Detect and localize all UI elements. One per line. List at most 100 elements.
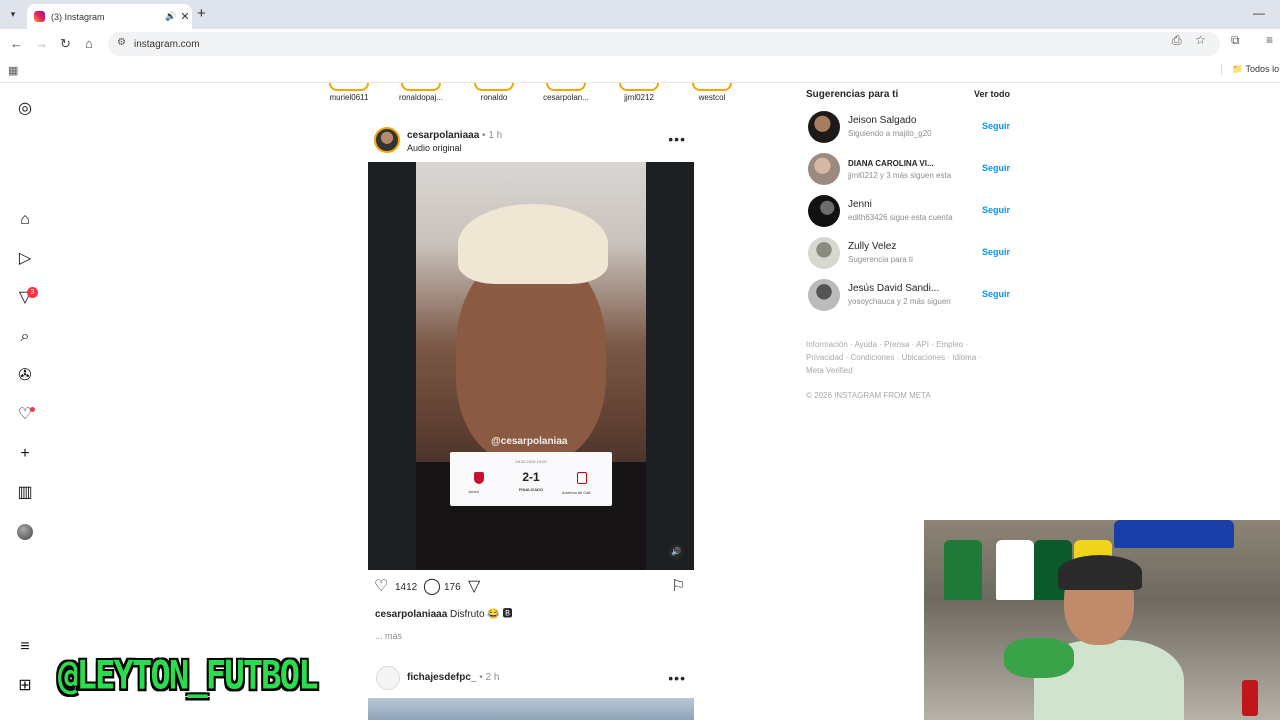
- apps-grid-icon[interactable]: ▦: [8, 64, 18, 77]
- suggestion-avatar[interactable]: [808, 195, 840, 227]
- follow-button[interactable]: Seguir: [982, 163, 1010, 173]
- post-options-button[interactable]: •••: [668, 131, 686, 147]
- chevron-down-icon[interactable]: ▾: [5, 6, 21, 22]
- suggestion-name[interactable]: Zully Velez: [848, 241, 896, 252]
- flag-image: [1114, 520, 1234, 548]
- create-plus-icon[interactable]: +: [16, 445, 34, 463]
- story-ring: [692, 83, 732, 91]
- install-app-icon[interactable]: ⎙: [1172, 33, 1182, 48]
- follow-button[interactable]: Seguir: [982, 247, 1010, 257]
- comment-count[interactable]: 176: [444, 582, 461, 593]
- story-username: muriel0611: [329, 93, 369, 102]
- extensions-icon[interactable]: ⧉: [1231, 33, 1240, 48]
- soda-can-image: [1242, 680, 1258, 716]
- post-username[interactable]: fichajesdefpc_ • 2 h: [407, 672, 499, 683]
- headset-image: [1058, 555, 1142, 590]
- post2-username-text[interactable]: fichajesdefpc_: [407, 672, 476, 683]
- post-avatar[interactable]: [374, 127, 400, 153]
- stories-bar: muriel0611 ronaldopaj... ronaldo cesarpo…: [318, 83, 748, 103]
- post-options-button[interactable]: •••: [668, 670, 686, 686]
- caption-text: Disfruto 😂 🅱: [450, 609, 513, 620]
- story-item[interactable]: ronaldo: [459, 83, 529, 102]
- suggestion-item: Jenni edith63426 sigue esta cuenta Segui…: [808, 195, 1010, 227]
- speaker-icon[interactable]: 🔊: [164, 11, 178, 22]
- home-icon[interactable]: ⌂: [16, 211, 34, 229]
- profile-avatar[interactable]: [17, 524, 33, 540]
- follow-button[interactable]: Seguir: [982, 121, 1010, 131]
- home-icon[interactable]: ⌂: [85, 36, 93, 51]
- all-bookmarks-button[interactable]: 📁 Todos lo: [1221, 64, 1279, 75]
- comment-icon[interactable]: ◯: [423, 578, 441, 596]
- save-bookmark-icon[interactable]: ⚐: [671, 578, 685, 596]
- story-username: ronaldo: [480, 93, 508, 102]
- suggestion-name[interactable]: DIANA CAROLINA VI...: [848, 159, 934, 168]
- story-item[interactable]: cesarpolan...: [531, 83, 601, 102]
- post-avatar[interactable]: [376, 666, 400, 690]
- story-ring: [474, 83, 514, 91]
- suggestion-name[interactable]: Jesús David Sandi...: [848, 283, 939, 294]
- post-header: fichajesdefpc_ • 2 h •••: [374, 666, 694, 692]
- more-menu-icon[interactable]: ≡: [16, 638, 34, 656]
- see-all-link[interactable]: Ver todo: [974, 89, 1010, 99]
- caption-username[interactable]: cesarpolaniaaa: [375, 609, 447, 620]
- explore-icon[interactable]: ✇: [16, 367, 34, 385]
- dashboard-icon[interactable]: ▥: [16, 484, 34, 502]
- search-icon[interactable]: ⌕: [16, 328, 34, 346]
- bookmark-star-icon[interactable]: ☆: [1195, 33, 1206, 47]
- post-caption: cesarpolaniaaa Disfruto 😂 🅱: [375, 605, 513, 620]
- reload-icon[interactable]: ↻: [60, 36, 71, 52]
- notification-dot: [30, 407, 35, 412]
- suggestion-desc: Siguiendo a majito_g20: [848, 129, 932, 138]
- story-item[interactable]: ronaldopaj...: [386, 83, 456, 102]
- suggestion-avatar[interactable]: [808, 237, 840, 269]
- follow-button[interactable]: Seguir: [982, 289, 1010, 299]
- back-arrow-icon[interactable]: ←: [10, 36, 23, 51]
- suggestion-name[interactable]: Jeison Salgado: [848, 115, 916, 126]
- story-username: cesarpolan...: [543, 93, 589, 102]
- post2-media[interactable]: [368, 698, 694, 720]
- story-username: westcol: [698, 93, 726, 102]
- story-ring: [546, 83, 586, 91]
- post-header: cesarpolaniaaa • 1 h Audio original •••: [374, 127, 694, 155]
- volume-icon[interactable]: 🔊: [668, 544, 684, 560]
- post-audio[interactable]: Audio original: [407, 143, 462, 153]
- instagram-logo-icon[interactable]: ◎: [16, 100, 34, 118]
- close-icon[interactable]: ✕: [178, 10, 192, 23]
- new-tab-button[interactable]: +: [197, 5, 206, 22]
- like-count[interactable]: 1412: [395, 582, 417, 593]
- instagram-favicon-icon: [34, 11, 45, 22]
- suggestion-item: Jesús David Sandi... yosoychauca y 2 más…: [808, 279, 1010, 311]
- streamer-watermark: @LEYTON_FUTBOL: [58, 653, 319, 699]
- away-team: América de Cali: [562, 490, 591, 495]
- reels-icon[interactable]: ▷: [16, 250, 34, 268]
- more-link[interactable]: ... más: [375, 631, 402, 641]
- story-item[interactable]: muriel0611: [314, 83, 384, 102]
- player-hair-image: [458, 204, 608, 284]
- footer-links[interactable]: Información · Ayuda · Prensa · API · Emp…: [806, 338, 996, 377]
- address-bar[interactable]: ⚙ instagram.com: [108, 32, 1220, 56]
- also-from-meta-icon[interactable]: ⊞: [16, 677, 34, 695]
- suggestion-item: Jeison Salgado Siguiendo a majito_g20 Se…: [808, 111, 1010, 143]
- story-item[interactable]: jjml0212: [604, 83, 674, 102]
- suggestion-avatar[interactable]: [808, 111, 840, 143]
- browser-tab[interactable]: (3) Instagram 🔊 ✕: [27, 4, 192, 29]
- suggestion-avatar[interactable]: [808, 279, 840, 311]
- share-icon[interactable]: ▽: [468, 578, 480, 596]
- url-text: instagram.com: [134, 38, 200, 50]
- suggestion-avatar[interactable]: [808, 153, 840, 185]
- story-username: jjml0212: [624, 93, 654, 102]
- menu-icon[interactable]: ≡: [1266, 33, 1273, 47]
- story-item[interactable]: westcol: [677, 83, 747, 102]
- like-heart-icon[interactable]: ♡: [374, 578, 388, 596]
- post-username-text[interactable]: cesarpolaniaaa: [407, 130, 479, 141]
- suggestion-name[interactable]: Jenni: [848, 199, 872, 210]
- follow-button[interactable]: Seguir: [982, 205, 1010, 215]
- forward-arrow-icon[interactable]: →: [35, 36, 48, 51]
- minimize-button[interactable]: —: [1253, 6, 1265, 20]
- match-score: 2-1: [522, 470, 540, 484]
- site-info-icon[interactable]: ⚙: [117, 37, 126, 48]
- post-username[interactable]: cesarpolaniaaa • 1 h: [407, 130, 502, 141]
- video-frame: @cesarpolaniaa 18.02.2026 19:00 2-1 FINA…: [416, 162, 646, 570]
- all-bookmarks-label: Todos lo: [1245, 64, 1280, 74]
- post-video[interactable]: @cesarpolaniaa 18.02.2026 19:00 2-1 FINA…: [368, 162, 694, 570]
